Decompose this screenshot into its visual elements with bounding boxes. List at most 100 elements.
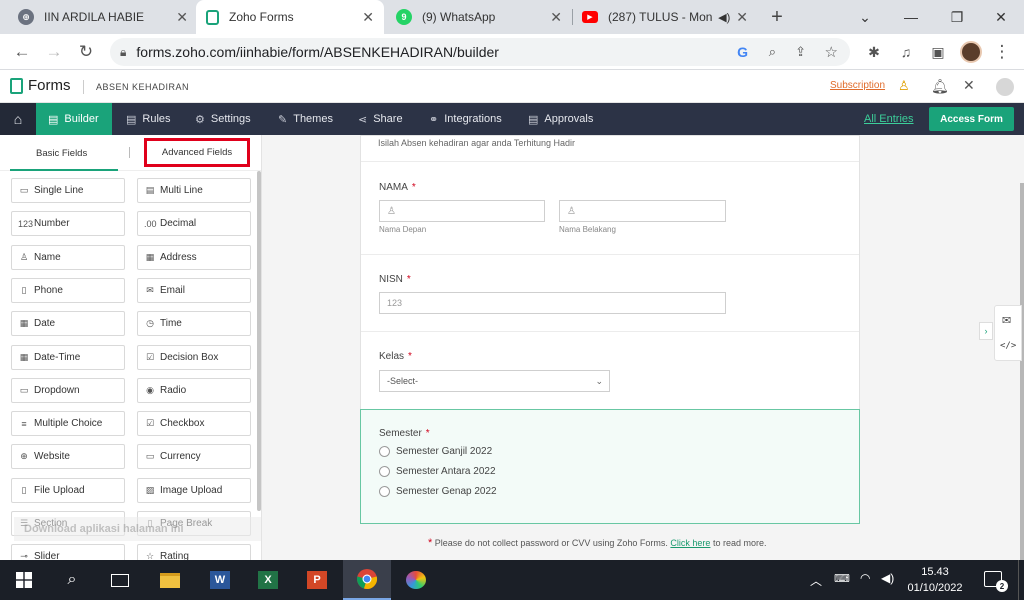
avatar[interactable]: [960, 41, 982, 63]
close-window-button[interactable]: ✕: [978, 0, 1024, 34]
field-button-date-time[interactable]: ▦ Date-Time: [11, 344, 125, 370]
nisn-input[interactable]: 123: [379, 292, 726, 314]
side-panel-icon[interactable]: ▣: [926, 40, 950, 64]
user-upgrade-icon[interactable]: ♙: [898, 78, 910, 94]
browser-tab-youtube[interactable]: ▶ (287) TULUS - Mon ◀) ✕: [572, 0, 758, 34]
tab-themes[interactable]: ✎ Themes: [278, 103, 333, 135]
restore-button[interactable]: ❐: [934, 0, 980, 34]
canvas-scrollbar[interactable]: [1020, 183, 1024, 560]
chevron-right-icon[interactable]: ›: [979, 322, 993, 340]
browser-tab-whatsapp[interactable]: 9 (9) WhatsApp ✕: [386, 0, 572, 34]
chrome-icon[interactable]: [343, 560, 391, 600]
new-tab-button[interactable]: +: [764, 4, 790, 30]
field-button-phone[interactable]: ▯ Phone: [11, 277, 125, 303]
notification-email-icon[interactable]: ✉: [1002, 314, 1011, 327]
powerpoint-icon[interactable]: P: [293, 560, 341, 600]
tab-builder[interactable]: ▤ Builder: [36, 103, 112, 135]
tray-chevron-up-icon[interactable]: ︿: [810, 572, 822, 589]
field-button-checkbox[interactable]: ☑ Checkbox: [137, 411, 251, 437]
tab-approvals[interactable]: ▤ Approvals: [528, 103, 593, 135]
forward-icon[interactable]: →: [42, 40, 66, 64]
tab-share[interactable]: ⋖ Share: [358, 103, 403, 135]
paint-icon[interactable]: [392, 560, 440, 600]
field-button-currency[interactable]: ▭ Currency: [137, 444, 251, 470]
semester-field-selected[interactable]: Semester * Semester Ganjil 2022 Semester …: [360, 409, 860, 524]
tab-advanced-fields[interactable]: Advanced Fields: [144, 138, 250, 167]
browser-tab-zoho-forms[interactable]: Zoho Forms ✕: [196, 0, 384, 34]
tab-rules[interactable]: ▤ Rules: [126, 103, 171, 135]
reload-icon[interactable]: ↻: [74, 40, 98, 64]
task-view-icon[interactable]: [96, 560, 144, 600]
field-button-website[interactable]: ⊕ Website: [11, 444, 125, 470]
field-button-multi-line[interactable]: ▤ Multi Line: [137, 178, 251, 203]
field-button-slider[interactable]: ⊸ Slider: [11, 544, 125, 560]
kelas-dropdown[interactable]: -Select- ⌄: [379, 370, 610, 392]
radio-option[interactable]: Semester Genap 2022: [379, 486, 497, 497]
excel-icon[interactable]: X: [244, 560, 292, 600]
close-tab-icon[interactable]: ✕: [362, 9, 374, 26]
tab-settings[interactable]: ⚙ Settings: [195, 103, 251, 135]
minimize-button[interactable]: —: [888, 0, 934, 34]
field-button-image-upload[interactable]: ▨ Image Upload: [137, 477, 251, 503]
last-name-input[interactable]: ♙: [559, 200, 726, 222]
field-button-file-upload[interactable]: ▯ File Upload: [11, 477, 125, 503]
close-tab-icon[interactable]: ✕: [550, 9, 562, 26]
file-explorer-icon[interactable]: [146, 560, 194, 600]
first-name-input[interactable]: ♙: [379, 200, 545, 222]
all-entries-link[interactable]: All Entries: [864, 103, 914, 135]
tab-integrations[interactable]: ⚭ Integrations: [429, 103, 502, 135]
field-label-nama[interactable]: NAMA *: [379, 182, 416, 193]
clock[interactable]: 15.43 01/10/2022: [900, 564, 970, 596]
user-avatar[interactable]: [996, 78, 1014, 96]
speaker-icon[interactable]: ◀): [718, 11, 730, 24]
menu-kebab-icon[interactable]: ⋮: [990, 40, 1014, 64]
close-tab-icon[interactable]: ✕: [176, 9, 188, 26]
volume-icon[interactable]: ◀): [881, 571, 894, 585]
field-button-email[interactable]: ✉ Email: [137, 277, 251, 303]
form-name[interactable]: ABSEN KEHADIRAN: [96, 82, 189, 92]
field-label-nisn[interactable]: NISN *: [379, 274, 411, 285]
notification-center-icon[interactable]: 2: [984, 571, 1008, 592]
field-button-name[interactable]: ♙ Name: [11, 244, 125, 270]
input-method-icon[interactable]: ⌨: [834, 572, 850, 585]
field-button-single-line[interactable]: ▭ Single Line: [11, 178, 125, 203]
field-button-date[interactable]: ▦ Date: [11, 311, 125, 337]
notification-bell-icon[interactable]: 🔔︎: [931, 78, 949, 95]
back-icon[interactable]: ←: [10, 40, 34, 64]
browser-tab-iin[interactable]: ⊕ IIN ARDILA HABIE ✕: [8, 0, 198, 34]
code-embed-icon[interactable]: </>: [1000, 341, 1016, 351]
field-button-radio[interactable]: ◉ Radio: [137, 377, 251, 403]
show-desktop-button[interactable]: [1018, 560, 1024, 600]
tab-basic-fields[interactable]: Basic Fields: [36, 148, 87, 159]
tools-icon[interactable]: ✕: [963, 77, 975, 94]
close-tab-icon[interactable]: ✕: [736, 9, 748, 26]
start-icon[interactable]: [0, 560, 48, 600]
app-name[interactable]: Forms: [28, 77, 71, 94]
extensions-icon[interactable]: ✱: [862, 40, 886, 64]
scrollbar[interactable]: [257, 171, 261, 511]
access-form-button[interactable]: Access Form: [929, 107, 1014, 131]
zoom-icon[interactable]: ⌕: [769, 44, 776, 60]
subscription-link[interactable]: Subscription: [830, 80, 885, 91]
search-icon[interactable]: ⌕: [48, 560, 96, 600]
word-icon[interactable]: W: [196, 560, 244, 600]
radio-option[interactable]: Semester Ganjil 2022: [379, 446, 492, 457]
field-button-time[interactable]: ◷ Time: [137, 311, 251, 337]
home-icon[interactable]: ⌂: [0, 103, 36, 135]
address-bar[interactable]: 🔒︎ forms.zoho.com/iinhabie/form/ABSENKEH…: [110, 38, 850, 66]
field-button-dropdown[interactable]: ▭ Dropdown: [11, 377, 125, 403]
field-button-address[interactable]: ▦ Address: [137, 244, 251, 270]
tab-search-icon[interactable]: ⌄: [842, 0, 888, 34]
bookmark-star-icon[interactable]: ☆: [825, 43, 838, 61]
field-button-decimal[interactable]: .00 Decimal: [137, 211, 251, 237]
radio-option[interactable]: Semester Antara 2022: [379, 466, 496, 477]
click-here-link[interactable]: Click here: [670, 538, 710, 548]
google-icon[interactable]: G: [737, 44, 748, 60]
share-icon[interactable]: ⇪: [795, 44, 806, 60]
media-control-icon[interactable]: ♫: [894, 40, 918, 64]
field-button-number[interactable]: 123 Number: [11, 211, 125, 237]
field-label-kelas[interactable]: Kelas *: [379, 351, 412, 362]
field-button-rating[interactable]: ☆ Rating: [137, 544, 251, 560]
field-button-multiple-choice[interactable]: ≡ Multiple Choice: [11, 411, 125, 437]
field-button-decision-box[interactable]: ☑ Decision Box: [137, 344, 251, 370]
